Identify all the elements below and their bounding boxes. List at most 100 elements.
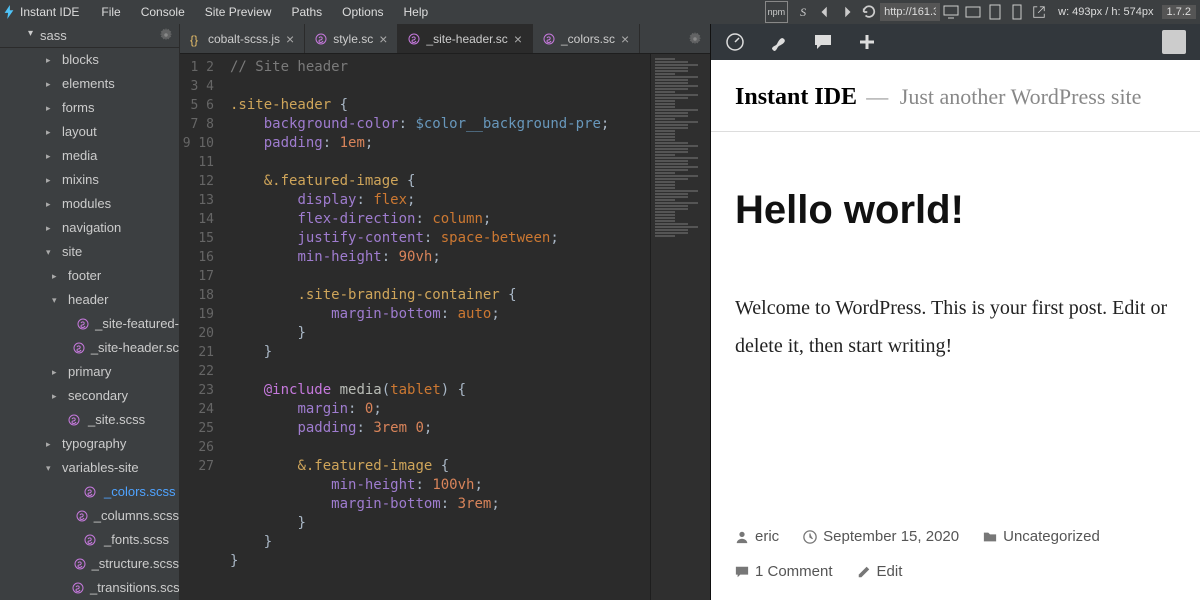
tree-item[interactable]: ▾header <box>0 288 179 312</box>
code-content[interactable]: // Site header .site-header { background… <box>224 54 650 600</box>
nav-forward-icon[interactable] <box>836 1 858 23</box>
preview-toolbar <box>711 24 1200 60</box>
device-phone-icon[interactable] <box>1006 1 1028 23</box>
tree-item-label: _columns.scss <box>94 506 179 526</box>
meta-comments-label: 1 Comment <box>755 563 833 580</box>
brand: Instant IDE <box>4 5 79 19</box>
sass-file-icon <box>68 414 82 426</box>
tree-item[interactable]: ▸forms <box>0 96 179 120</box>
nav-back-icon[interactable] <box>814 1 836 23</box>
minimap[interactable] <box>650 54 710 600</box>
tree-item[interactable]: _transitions.scss <box>0 576 179 600</box>
gear-icon[interactable] <box>680 24 710 53</box>
device-desktop-icon[interactable] <box>940 1 962 23</box>
code-area[interactable]: 1 2 3 4 5 6 7 8 9 10 11 12 13 14 15 16 1… <box>180 54 710 600</box>
tree-item[interactable]: ▸primary <box>0 360 179 384</box>
site-title[interactable]: Instant IDE <box>735 84 857 110</box>
tree-item-label: primary <box>68 362 111 382</box>
tree-item[interactable]: ▸typography <box>0 432 179 456</box>
workspace: ▾ sass ▸blocks▸elements▸forms▸layout▸med… <box>0 24 1200 600</box>
menu-paths[interactable]: Paths <box>281 5 332 19</box>
meta-author[interactable]: eric <box>735 528 779 545</box>
tab[interactable]: {} cobalt-scss.js × <box>180 24 305 53</box>
tree-item[interactable]: _site-featured- <box>0 312 179 336</box>
lightning-icon <box>4 5 14 19</box>
tree-item[interactable]: ▸layout <box>0 120 179 144</box>
device-tablet-landscape-icon[interactable] <box>962 1 984 23</box>
chevron-icon: ▸ <box>46 146 58 166</box>
js-file-icon: {} <box>190 33 202 45</box>
person-icon <box>735 530 749 544</box>
file-tree[interactable]: ▸blocks▸elements▸forms▸layout▸media▸mixi… <box>0 48 179 600</box>
sass-file-icon <box>77 318 89 330</box>
tree-item[interactable]: _site-header.sc <box>0 336 179 360</box>
tree-item[interactable]: ▸mixins <box>0 168 179 192</box>
meta-category[interactable]: Uncategorized <box>983 528 1100 545</box>
close-icon[interactable]: × <box>514 31 522 47</box>
tree-item[interactable]: ▸elements <box>0 72 179 96</box>
post-meta: eric September 15, 2020 Uncategorized 1 … <box>711 528 1200 600</box>
tab[interactable]: _site-header.sc× <box>398 24 533 53</box>
meta-date[interactable]: September 15, 2020 <box>803 528 959 545</box>
close-icon[interactable]: × <box>286 31 294 47</box>
sidebar-root[interactable]: ▾ sass <box>0 24 179 48</box>
meta-edit[interactable]: Edit <box>857 563 903 580</box>
close-icon[interactable]: × <box>621 31 629 47</box>
tree-item[interactable]: ▸blocks <box>0 48 179 72</box>
add-new-icon[interactable] <box>857 32 877 52</box>
comment-icon <box>735 565 749 579</box>
tree-item[interactable]: ▾site <box>0 240 179 264</box>
tab-label: cobalt-scss.js <box>208 32 280 46</box>
tree-item[interactable]: ▸navigation <box>0 216 179 240</box>
tree-item[interactable]: _columns.scss <box>0 504 179 528</box>
gear-icon[interactable] <box>159 28 173 42</box>
comments-icon[interactable] <box>813 32 833 52</box>
tree-item-label: navigation <box>62 218 121 238</box>
refresh-icon[interactable] <box>858 1 880 23</box>
tree-item-label: _transitions.scss <box>90 578 179 598</box>
menu-help[interactable]: Help <box>394 5 439 19</box>
tree-item-label: _fonts.scss <box>104 530 169 550</box>
tree-item-label: _site.scss <box>88 410 145 430</box>
tree-item-label: modules <box>62 194 111 214</box>
preview-dimensions: w: 493px / h: 574px <box>1050 6 1161 18</box>
meta-comments[interactable]: 1 Comment <box>735 563 833 580</box>
chevron-icon: ▸ <box>46 170 58 190</box>
menu-console[interactable]: Console <box>131 5 195 19</box>
menubar: Instant IDE FileConsoleSite PreviewPaths… <box>0 0 1200 24</box>
tree-item[interactable]: ▸modules <box>0 192 179 216</box>
sidebar: ▾ sass ▸blocks▸elements▸forms▸layout▸med… <box>0 24 180 600</box>
preview-site-header: Instant IDE — Just another WordPress sit… <box>711 60 1200 132</box>
tree-item[interactable]: ▾variables-site <box>0 456 179 480</box>
tree-item[interactable]: ▸footer <box>0 264 179 288</box>
menu-options[interactable]: Options <box>332 5 393 19</box>
tree-item[interactable]: ▸media <box>0 144 179 168</box>
post-title[interactable]: Hello world! <box>735 188 1176 233</box>
tree-item-label: _structure.scss <box>92 554 179 574</box>
sass-file-icon <box>73 342 85 354</box>
menu-site-preview[interactable]: Site Preview <box>195 5 282 19</box>
sass-file-icon <box>408 33 420 45</box>
menu-file[interactable]: File <box>91 5 130 19</box>
tree-item[interactable]: _structure.scss <box>0 552 179 576</box>
avatar[interactable] <box>1162 30 1186 54</box>
meta-date-label: September 15, 2020 <box>823 528 959 545</box>
tree-item[interactable]: _colors.scss <box>0 480 179 504</box>
dashboard-icon[interactable] <box>725 32 745 52</box>
tree-item[interactable]: ▸secondary <box>0 384 179 408</box>
customize-icon[interactable] <box>769 32 789 52</box>
tree-item-label: layout <box>62 122 97 142</box>
npm-icon[interactable]: npm <box>765 1 789 23</box>
tab[interactable]: _colors.sc× <box>533 24 640 53</box>
chevron-icon: ▾ <box>46 242 58 262</box>
open-external-icon[interactable] <box>1028 1 1050 23</box>
close-icon[interactable]: × <box>379 31 387 47</box>
tree-item[interactable]: _site.scss <box>0 408 179 432</box>
chevron-icon: ▾ <box>52 290 64 310</box>
url-input[interactable] <box>880 3 940 21</box>
device-tablet-portrait-icon[interactable] <box>984 1 1006 23</box>
chevron-icon: ▾ <box>46 458 58 478</box>
tree-item[interactable]: _fonts.scss <box>0 528 179 552</box>
post-content: Welcome to WordPress. This is your first… <box>735 289 1176 365</box>
tab[interactable]: style.sc× <box>305 24 398 53</box>
